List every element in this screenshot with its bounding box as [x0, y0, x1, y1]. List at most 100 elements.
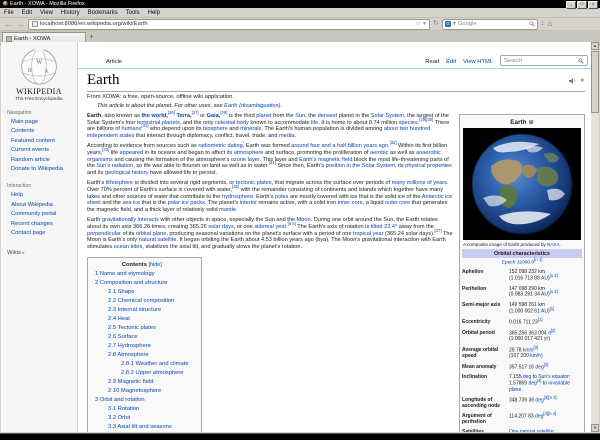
wiki-link[interactable]: deg [535, 398, 543, 404]
engine-dropdown-icon[interactable]: ▾ [453, 21, 456, 27]
wiki-link[interactable]: Sun's radiation [96, 163, 133, 169]
wiki-link[interactable]: polar ice packs [168, 200, 205, 206]
wiki-link[interactable]: radiometric dating [198, 143, 242, 149]
reference-link[interactable]: [1] [538, 317, 543, 322]
listen-audio-icon[interactable] [569, 78, 577, 84]
reference-link[interactable]: [26] [168, 110, 175, 115]
wiki-link[interactable]: J2000.0 [517, 261, 534, 266]
wiki-link[interactable]: lithosphere [106, 180, 133, 186]
wiki-link[interactable]: natural satellite [139, 237, 177, 243]
wiki-link[interactable]: Moon [297, 217, 311, 223]
wiki-link[interactable]: minerals [240, 126, 261, 132]
menu-view[interactable]: View [40, 10, 53, 16]
wiki-link[interactable]: Sun's equator [538, 374, 569, 380]
toc-link[interactable]: 3.2 Orbit [108, 415, 130, 421]
wiki-link[interactable]: sea ice [122, 200, 140, 206]
reference-link[interactable]: [32] [390, 141, 397, 146]
wiki-link[interactable]: around four and a half billion years ago [291, 143, 388, 149]
wiki-link[interactable]: biosphere [203, 126, 228, 132]
browser-search-box[interactable]: G ▾ Google [442, 19, 538, 30]
wiki-link[interactable]: species [399, 120, 418, 126]
minimize-button[interactable]: _ [566, 1, 576, 9]
wiki-link[interactable]: humans [122, 126, 142, 132]
toc-link[interactable]: 2.7 Hydrosphere [108, 343, 151, 349]
sidebar-item-contact-page[interactable]: Contact page [7, 229, 77, 238]
reference-link[interactable]: [3][n 3] [544, 395, 557, 400]
sidebar-item-random-article[interactable]: Random article [7, 156, 77, 165]
vertical-scrollbar[interactable]: ▲ ▼ [590, 42, 599, 432]
wiki-link[interactable]: mantle [219, 207, 236, 213]
wiki-link[interactable]: densest [318, 113, 338, 119]
toc-link[interactable]: 2.1 Shape [108, 289, 134, 295]
scrollbar-thumb[interactable] [591, 51, 599, 113]
search-engine-label[interactable]: Google [458, 21, 527, 27]
reference-link[interactable]: [29][30] [419, 117, 433, 122]
reference-link[interactable]: [3] [533, 345, 538, 350]
sidebar-item-current-events[interactable]: Current events [7, 146, 77, 155]
wiki-link[interactable]: hydrosphere [222, 194, 253, 200]
toc-link[interactable]: 1 Name and etymology [95, 271, 155, 277]
tab-edit[interactable]: Edit [446, 59, 456, 65]
sidebar-item-community-portal[interactable]: Community portal [7, 210, 77, 219]
wiki-link[interactable]: solar days [208, 224, 234, 230]
reference-link[interactable]: [35] [232, 184, 239, 189]
sidebar-item-wikis[interactable]: Wikis ▸ [1, 250, 77, 256]
search-magnifier-icon[interactable] [529, 21, 535, 27]
toc-link[interactable]: 2.10 Magnetosphere [108, 388, 161, 394]
wiki-link[interactable]: planet [256, 113, 271, 119]
wiki-link[interactable]: its atmosphere [227, 150, 264, 156]
reference-link[interactable]: [n 1] [534, 257, 542, 262]
wiki-search-magnifier-icon[interactable] [578, 58, 584, 64]
wiki-link[interactable]: NASA [547, 242, 560, 247]
menu-history[interactable]: History [61, 10, 80, 16]
bookmark-star-icon[interactable]: ☆ [416, 21, 421, 27]
maximize-button[interactable]: □ [577, 1, 587, 9]
url-dropdown-icon[interactable]: ▾ [423, 21, 426, 27]
wiki-link[interactable]: Epoch [502, 261, 516, 266]
reference-link[interactable]: [2] [551, 328, 556, 333]
wiki-search-input[interactable]: Search [500, 55, 588, 66]
wiki-link[interactable]: tilted 23.4° [371, 224, 398, 230]
toc-link[interactable]: 2.5 Tectonic plates [108, 325, 156, 331]
reference-link[interactable]: [3][n 4] [543, 411, 556, 416]
toc-link[interactable]: 2.3 Internal structure [108, 307, 161, 313]
earth-photo[interactable] [463, 128, 581, 240]
contents-hide-link[interactable]: [hide] [149, 262, 162, 268]
wiki-link[interactable]: deg [528, 381, 536, 387]
url-text[interactable]: localhost:8080/en.wikipedia.org/wiki/Ear… [40, 21, 414, 27]
wiki-link[interactable]: tectonic plates [236, 180, 272, 186]
toc-link[interactable]: 3 Orbit and rotation [95, 397, 145, 403]
sidebar-item-help[interactable]: Help [7, 191, 77, 200]
sidebar-item-recent-changes[interactable]: Recent changes [7, 220, 77, 229]
menu-bookmarks[interactable]: Bookmarks [88, 10, 118, 16]
wiki-link[interactable]: inner core [338, 200, 363, 206]
wiki-link[interactable]: interior [240, 200, 257, 206]
wiki-link[interactable]: ocean tides [114, 244, 143, 250]
sidebar-item-donate-to-wikipedia[interactable]: Donate to Wikipedia [7, 165, 77, 174]
reference-link[interactable]: [n 5] [288, 221, 296, 226]
sidebar-item-contents[interactable]: Contents [7, 127, 77, 136]
wiki-link[interactable]: deg [535, 364, 543, 370]
scroll-down-button[interactable]: ▼ [591, 424, 599, 432]
toc-link[interactable]: 2.8.1 Weather and climate [121, 361, 189, 367]
wikipedia-globe-logo[interactable]: W Ω A [19, 46, 59, 86]
toc-link[interactable]: 2.8 Atmosphere [108, 352, 149, 358]
wiki-link[interactable]: AU [541, 292, 548, 298]
wiki-link[interactable]: deg [523, 374, 531, 380]
new-tab-button[interactable]: + [86, 33, 97, 42]
wiki-link[interactable]: AU [541, 275, 548, 281]
wiki-link[interactable]: Sun [295, 113, 305, 119]
home-icon[interactable]: ⌂ [547, 21, 552, 27]
wiki-link[interactable]: Earth's magnetic field [299, 157, 352, 163]
wiki-link[interactable]: Gaia [207, 113, 219, 119]
sidebar-item-main-page[interactable]: Main page [7, 118, 77, 127]
reference-link[interactable]: [n 2] [550, 273, 558, 278]
menu-file[interactable]: File [4, 10, 14, 16]
toc-link[interactable]: 2.8.2 Upper atmosphere [121, 370, 184, 376]
tab-view-html[interactable]: View HTML [463, 59, 493, 65]
reference-link[interactable]: [27] [192, 110, 199, 115]
menu-help[interactable]: Help [148, 10, 160, 16]
back-icon[interactable]: ← [4, 20, 13, 29]
wikipedia-wordmark[interactable]: WIKIPEDIA [1, 87, 77, 96]
toc-link[interactable]: 2.2 Chemical composition [108, 298, 174, 304]
